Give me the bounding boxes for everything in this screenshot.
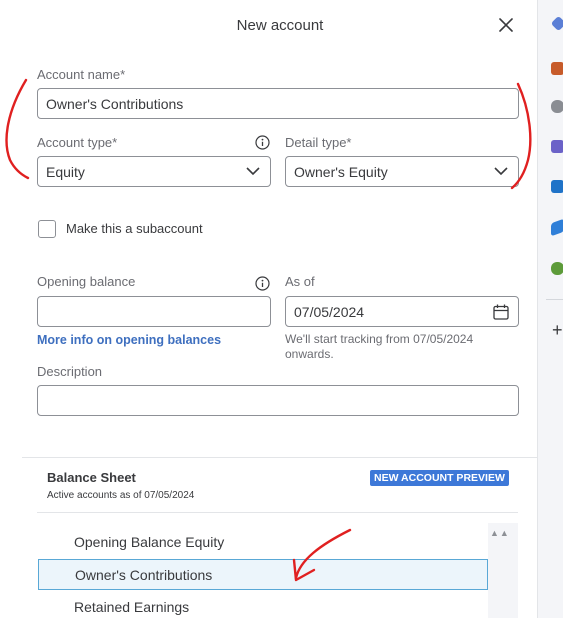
rail-divider bbox=[546, 299, 563, 300]
list-item: Opening Balance Equity bbox=[74, 534, 225, 550]
info-icon[interactable] bbox=[255, 276, 270, 291]
people-icon[interactable] bbox=[551, 100, 563, 113]
calendar-icon[interactable] bbox=[492, 303, 510, 321]
list-item-highlighted: Owner's Contributions bbox=[75, 567, 213, 583]
outlook-icon[interactable] bbox=[551, 180, 563, 193]
chevron-down-icon bbox=[246, 167, 260, 176]
account-type-select[interactable]: Equity bbox=[37, 156, 271, 187]
section-divider bbox=[22, 457, 537, 458]
detail-type-label: Detail type* bbox=[285, 135, 352, 150]
tracking-hint: We'll start tracking from 07/05/2024 onw… bbox=[285, 332, 474, 361]
add-icon[interactable]: + bbox=[552, 320, 563, 340]
as-of-date-input[interactable]: 07/05/2024 bbox=[285, 296, 519, 327]
preview-divider bbox=[37, 512, 518, 513]
subaccount-label: Make this a subaccount bbox=[66, 221, 203, 236]
account-type-label: Account type* bbox=[37, 135, 118, 150]
as-of-value: 07/05/2024 bbox=[294, 303, 365, 320]
diamond-icon[interactable] bbox=[550, 15, 563, 32]
balance-sheet-title: Balance Sheet bbox=[47, 470, 136, 485]
description-label: Description bbox=[37, 364, 103, 379]
close-icon[interactable] bbox=[497, 16, 515, 34]
balance-sheet-subtitle: Active accounts as of 07/05/2024 bbox=[47, 490, 195, 501]
chevron-down-icon bbox=[494, 167, 508, 176]
briefcase-icon[interactable] bbox=[551, 62, 563, 75]
new-account-panel: New account Account name* Owner's Contri… bbox=[0, 0, 537, 618]
tree-icon[interactable] bbox=[551, 262, 563, 275]
detail-type-select[interactable]: Owner's Equity bbox=[285, 156, 519, 187]
account-type-value: Equity bbox=[46, 163, 85, 180]
app-rail: + bbox=[537, 0, 563, 618]
info-icon[interactable] bbox=[255, 135, 270, 150]
more-info-link[interactable]: More info on opening balances bbox=[37, 333, 221, 347]
scroll-up-icon[interactable]: ▲▲ bbox=[490, 528, 510, 538]
description-input[interactable] bbox=[37, 385, 519, 416]
account-name-value: Owner's Contributions bbox=[46, 95, 184, 112]
account-name-label: Account name* bbox=[37, 67, 126, 82]
account-name-input[interactable]: Owner's Contributions bbox=[37, 88, 519, 119]
new-account-preview-badge: NEW ACCOUNT PREVIEW bbox=[370, 470, 509, 486]
detail-type-value: Owner's Equity bbox=[294, 163, 388, 180]
opening-balance-input[interactable] bbox=[37, 296, 271, 327]
dialog-title: New account bbox=[236, 17, 324, 34]
opening-balance-label: Opening balance bbox=[37, 274, 136, 289]
teams-icon[interactable] bbox=[551, 140, 563, 153]
subaccount-checkbox[interactable] bbox=[38, 220, 56, 238]
as-of-label: As of bbox=[285, 274, 315, 289]
list-item: Retained Earnings bbox=[74, 599, 190, 615]
send-icon[interactable] bbox=[551, 218, 563, 237]
